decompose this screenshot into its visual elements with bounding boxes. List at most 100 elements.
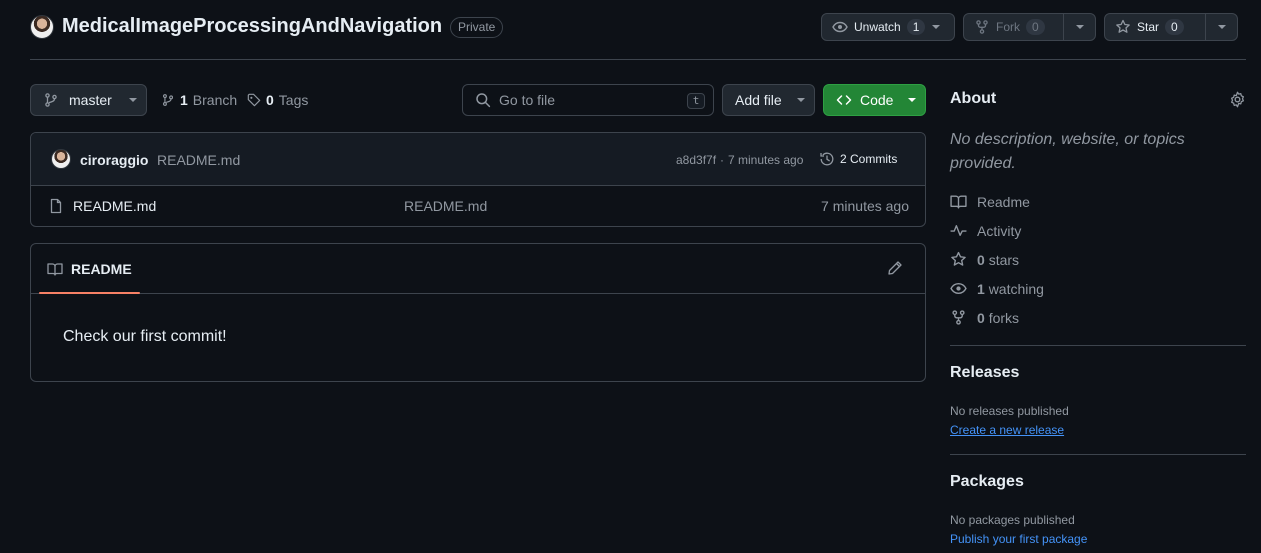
about-stars-link[interactable]: 0 stars <box>950 251 1019 268</box>
code-icon <box>836 95 852 105</box>
packages-empty-text: No packages published <box>950 513 1075 527</box>
readme-panel: README Check our first commit! <box>30 243 926 382</box>
repo-title[interactable]: MedicalImageProcessingAndNavigation <box>62 15 442 38</box>
commit-author[interactable]: ciroraggio <box>80 152 148 168</box>
pencil-icon[interactable] <box>887 260 903 276</box>
tags-link[interactable]: 0 Tags <box>247 92 308 108</box>
branch-selector[interactable]: master <box>30 84 147 116</box>
book-icon <box>950 195 967 209</box>
sidebar-divider <box>950 454 1246 455</box>
latest-commit-row: ciroraggio README.md a8d3f7f · 7 minutes… <box>31 133 925 186</box>
fork-dropdown[interactable] <box>1063 14 1095 40</box>
watch-count: 1 <box>906 19 926 35</box>
about-readme-link[interactable]: Readme <box>950 193 1030 210</box>
caret-down-icon <box>1217 25 1226 29</box>
add-file-button[interactable]: Add file <box>722 84 815 116</box>
about-readme-label: Readme <box>977 193 1030 210</box>
unwatch-button[interactable]: Unwatch 1 <box>821 13 955 41</box>
gear-icon[interactable] <box>1229 91 1246 108</box>
releases-empty-text: No releases published <box>950 404 1069 418</box>
stars-label: stars <box>988 251 1020 268</box>
fork-icon <box>952 310 965 325</box>
commits-label: 2 Commits <box>840 152 898 166</box>
fork-icon <box>976 20 988 34</box>
watching-count: 1 <box>977 280 985 297</box>
create-release-wrapper: Create a new release <box>950 421 1246 437</box>
file-name[interactable]: README.md <box>73 198 156 214</box>
code-button[interactable]: Code <box>823 84 926 116</box>
commit-hash[interactable]: a8d3f7f <box>676 153 716 167</box>
commit-time: 7 minutes ago <box>728 153 804 167</box>
forks-count: 0 <box>977 309 985 326</box>
tab-readme[interactable]: README <box>47 261 132 277</box>
fork-button[interactable]: Fork 0 <box>963 13 1096 41</box>
branch-label: Branch <box>192 92 238 108</box>
fork-count: 0 <box>1026 19 1045 35</box>
about-activity-label: Activity <box>977 222 1022 239</box>
fork-label: Fork <box>996 20 1020 34</box>
stars-count: 0 <box>977 251 985 268</box>
readme-tab-label: README <box>71 261 132 277</box>
readme-tabbar: README <box>31 244 925 294</box>
eye-icon <box>832 21 848 33</box>
add-file-label: Add file <box>735 92 782 108</box>
file-time: 7 minutes ago <box>821 198 909 214</box>
pulse-icon <box>950 225 967 236</box>
caret-down-icon <box>796 98 805 102</box>
code-label: Code <box>860 92 894 108</box>
go-to-file-search[interactable]: Go to file t <box>462 84 714 116</box>
star-label: Star <box>1137 20 1160 34</box>
about-watching-link[interactable]: 1 watching <box>950 280 1044 297</box>
header-divider <box>30 59 1246 60</box>
commit-separator: · <box>720 153 724 167</box>
author-avatar[interactable] <box>51 149 71 169</box>
commits-link[interactable]: 2 Commits <box>819 151 897 167</box>
tag-icon <box>247 93 261 107</box>
watching-label: watching <box>988 280 1044 297</box>
branches-link[interactable]: 1 Branch <box>161 92 237 108</box>
readme-content: Check our first commit! <box>63 328 227 345</box>
forks-label: forks <box>988 309 1020 326</box>
tag-label: Tags <box>278 92 309 108</box>
active-tab-indicator <box>39 292 140 294</box>
branch-icon <box>45 93 57 107</box>
star-icon <box>951 251 966 266</box>
caret-down-icon <box>1075 25 1084 29</box>
shortcut-key: t <box>687 93 705 109</box>
search-icon <box>476 93 491 108</box>
search-placeholder: Go to file <box>499 92 556 108</box>
commit-message[interactable]: README.md <box>157 152 240 168</box>
eye-icon <box>950 283 967 294</box>
caret-down-icon <box>908 98 917 102</box>
about-heading: About <box>950 90 997 107</box>
about-activity-link[interactable]: Activity <box>950 222 1021 239</box>
unwatch-label: Unwatch <box>854 20 901 34</box>
about-forks-link[interactable]: 0 forks <box>950 309 1019 326</box>
packages-heading[interactable]: Packages <box>950 473 1246 491</box>
star-dropdown[interactable] <box>1205 14 1237 40</box>
caret-down-icon <box>128 98 137 102</box>
branch-count: 1 <box>180 92 188 108</box>
repo-header: MedicalImageProcessingAndNavigation Priv… <box>30 13 1238 42</box>
visibility-badge: Private <box>450 17 504 38</box>
star-count: 0 <box>1165 19 1184 35</box>
file-icon <box>50 198 62 214</box>
publish-package-wrapper: Publish your first package <box>950 530 1246 546</box>
branch-icon <box>162 94 174 106</box>
file-row[interactable]: README.md README.md 7 minutes ago <box>31 186 925 226</box>
branch-name: master <box>69 92 112 108</box>
create-release-link[interactable]: Create a new release <box>950 423 1064 437</box>
history-icon <box>820 152 834 166</box>
file-commit-message[interactable]: README.md <box>404 198 487 214</box>
owner-avatar[interactable] <box>30 15 54 39</box>
publish-package-link[interactable]: Publish your first package <box>950 532 1087 546</box>
about-description: No description, website, or topics provi… <box>950 131 1185 172</box>
star-icon <box>1116 19 1130 33</box>
releases-heading[interactable]: Releases <box>950 364 1246 382</box>
book-icon <box>47 263 63 276</box>
caret-down-icon <box>932 25 941 29</box>
tag-count: 0 <box>266 92 274 108</box>
file-listing: ciroraggio README.md a8d3f7f · 7 minutes… <box>30 132 926 227</box>
sidebar-divider <box>950 345 1246 346</box>
star-button[interactable]: Star 0 <box>1104 13 1238 41</box>
